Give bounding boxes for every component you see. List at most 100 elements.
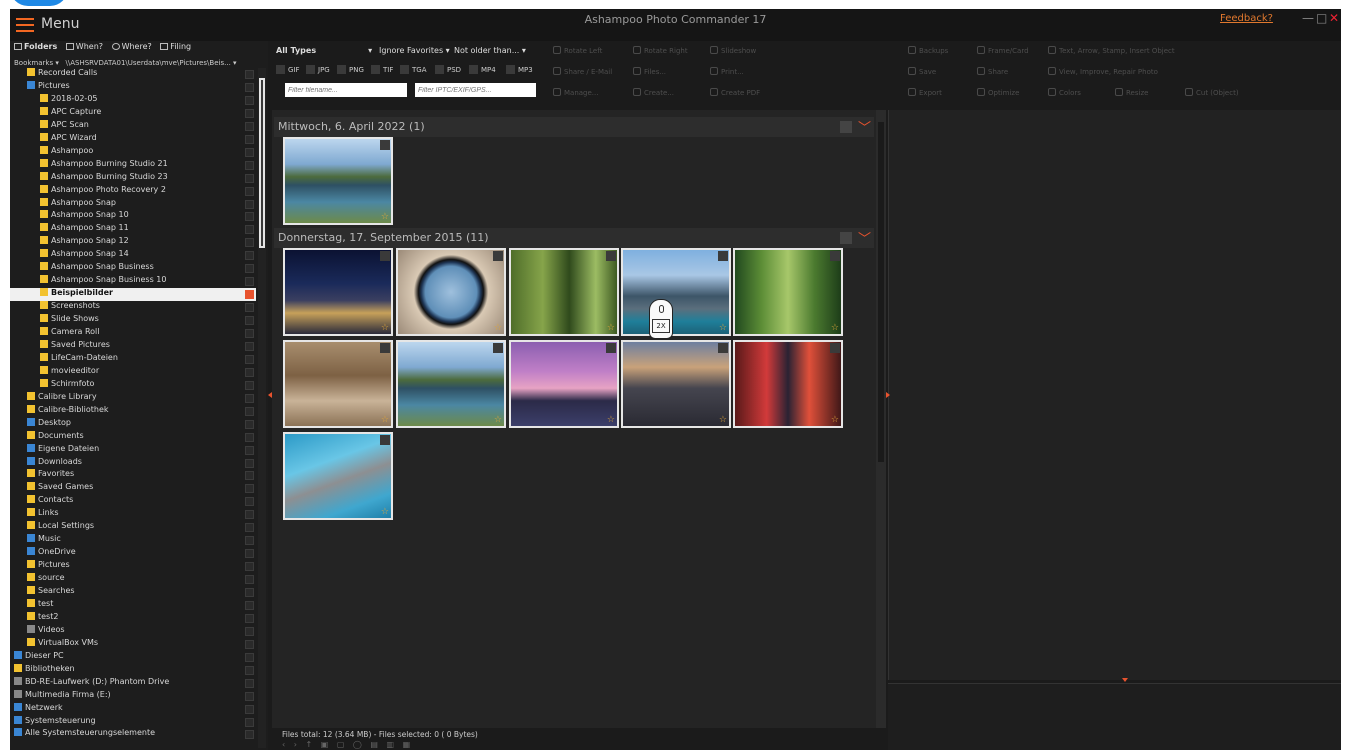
photo-thumbnail[interactable]: ☆	[621, 248, 731, 336]
toolbar-button[interactable]: Resize	[1115, 88, 1148, 97]
folder-tree-item[interactable]: Slide Shows	[10, 314, 256, 327]
folder-checkbox[interactable]	[245, 639, 254, 649]
group-header[interactable]: Mittwoch, 6. April 2022 (1) ﹀	[274, 117, 874, 137]
folder-tree-item[interactable]: Pictures	[10, 80, 256, 94]
toolbar-button[interactable]: View, Improve, Repair Photo	[1048, 67, 1158, 76]
folder-tree-item[interactable]: Calibre-Bibliothek	[10, 404, 256, 418]
folder-tree-item[interactable]: Ashampoo Snap Business 10	[10, 275, 256, 288]
folder-checkbox[interactable]	[245, 173, 254, 183]
tab-filing[interactable]: Filing	[160, 42, 191, 51]
folder-tree-item[interactable]: Documents	[10, 430, 256, 444]
select-checkbox[interactable]	[493, 251, 503, 261]
folder-checkbox[interactable]	[245, 238, 254, 248]
file-type-filter[interactable]: GIF	[276, 65, 300, 74]
folder-checkbox[interactable]	[245, 678, 254, 688]
folder-tree-item[interactable]: Ashampoo Snap 14	[10, 249, 256, 262]
folder-tree-item[interactable]: LifeCam-Dateien	[10, 352, 256, 366]
toolbar-button[interactable]: Slideshow	[710, 46, 756, 55]
collapse-chevron-icon[interactable]: ﹀	[858, 228, 871, 247]
file-type-filter[interactable]: TIF	[371, 65, 393, 74]
checkbox-icon[interactable]	[435, 65, 444, 74]
folder-tree-item[interactable]: Pictures	[10, 560, 256, 573]
photo-thumbnail[interactable]: ☆	[283, 248, 393, 336]
toolbar-button[interactable]: Rotate Right	[633, 46, 688, 55]
checkbox-icon[interactable]	[400, 65, 409, 74]
file-type-filter[interactable]: PNG	[337, 65, 364, 74]
favorite-star-icon[interactable]: ☆	[607, 323, 615, 333]
folder-checkbox[interactable]	[245, 316, 254, 326]
folder-checkbox[interactable]	[245, 303, 254, 313]
folder-checkbox[interactable]	[245, 432, 254, 442]
tab-where[interactable]: Where?	[111, 42, 152, 51]
select-checkbox[interactable]	[380, 140, 390, 150]
select-checkbox[interactable]	[718, 343, 728, 353]
select-checkbox[interactable]	[830, 251, 840, 261]
favorite-star-icon[interactable]: ☆	[381, 415, 389, 425]
folder-tree-item[interactable]: Contacts	[10, 495, 256, 508]
folder-tree-item[interactable]: Recorded Calls	[10, 68, 256, 81]
folder-tree-item[interactable]: Ashampoo Snap 11	[10, 223, 256, 236]
group-header[interactable]: Donnerstag, 17. September 2015 (11) ﹀	[274, 228, 874, 248]
folder-tree-item[interactable]: Favorites	[10, 469, 256, 482]
age-filter-dropdown[interactable]: Not older than... ▾	[454, 46, 526, 60]
folder-checkbox[interactable]	[245, 251, 254, 261]
folder-tree-item[interactable]: Music	[10, 534, 256, 547]
file-type-filter[interactable]: PSD	[435, 65, 461, 74]
folder-checkbox[interactable]	[245, 484, 254, 494]
toolbar-button[interactable]: Export	[908, 88, 942, 97]
checkbox-icon[interactable]	[469, 65, 478, 74]
toolbar-button[interactable]: Rotate Left	[553, 46, 602, 55]
toolbar-button[interactable]: Cut (Object)	[1185, 88, 1239, 97]
gallery-scrollbar-thumb[interactable]	[878, 122, 884, 462]
folder-tree-item[interactable]: APC Wizard	[10, 132, 256, 146]
tree-scrollbar[interactable]	[258, 68, 266, 748]
splitter-handle-icon[interactable]	[1122, 678, 1128, 682]
file-type-filter[interactable]: JPG	[306, 65, 330, 74]
folder-checkbox[interactable]	[245, 717, 254, 727]
select-checkbox[interactable]	[718, 251, 728, 261]
folder-tree-item[interactable]: test2	[10, 611, 256, 625]
photo-thumbnail[interactable]: ☆	[621, 340, 731, 428]
bookmarks-bar[interactable]: Bookmarks ▾ \\ASHSRVDATA01\Userdata\mve\…	[14, 59, 264, 67]
folder-tree-item[interactable]: Local Settings	[10, 521, 256, 534]
select-checkbox[interactable]	[606, 251, 616, 261]
checkbox-icon[interactable]	[306, 65, 315, 74]
favorite-star-icon[interactable]: ☆	[494, 415, 502, 425]
select-checkbox[interactable]	[380, 343, 390, 353]
folder-checkbox[interactable]	[245, 367, 254, 377]
folder-checkbox[interactable]	[245, 134, 254, 144]
file-type-filter[interactable]: TGA	[400, 65, 427, 74]
folder-tree-item[interactable]: Multimedia Firma (E:)	[10, 689, 256, 703]
folder-checkbox[interactable]	[245, 70, 254, 79]
folder-tree-item[interactable]: Videos	[10, 624, 256, 638]
folder-checkbox[interactable]	[245, 225, 254, 235]
toolbar-button[interactable]: Share / E-Mail	[553, 67, 612, 76]
folder-tree-item[interactable]: Saved Games	[10, 482, 256, 495]
folder-tree-item[interactable]: movieeditor	[10, 365, 256, 379]
bookmarks-label[interactable]: Bookmarks	[14, 59, 53, 67]
folder-checkbox[interactable]	[245, 549, 254, 559]
folder-checkbox[interactable]	[245, 562, 254, 572]
folder-tree-item[interactable]: Ashampoo Snap 12	[10, 236, 256, 249]
folder-tree-item[interactable]: test	[10, 598, 256, 612]
folder-checkbox[interactable]	[245, 445, 254, 455]
checkbox-icon[interactable]	[276, 65, 285, 74]
photo-thumbnail[interactable]: ☆	[396, 248, 506, 336]
folder-tree-item[interactable]: Beispielbilder	[10, 288, 256, 302]
folder-checkbox[interactable]	[245, 523, 254, 533]
group-select-checkbox[interactable]	[840, 232, 852, 244]
checkbox-icon[interactable]	[337, 65, 346, 74]
select-checkbox[interactable]	[493, 343, 503, 353]
folder-tree-item[interactable]: Schirmfoto	[10, 378, 256, 392]
toolbar-button[interactable]: Share	[977, 67, 1008, 76]
favorite-star-icon[interactable]: ☆	[719, 323, 727, 333]
folder-checkbox[interactable]	[245, 121, 254, 131]
folder-checkbox[interactable]	[245, 108, 254, 118]
tab-folders[interactable]: Folders	[14, 42, 57, 51]
folder-tree-item[interactable]: source	[10, 573, 256, 586]
toolbar-button[interactable]: Files...	[633, 67, 666, 76]
folder-checkbox[interactable]	[245, 277, 254, 287]
toolbar-button[interactable]: Colors	[1048, 88, 1081, 97]
folder-checkbox[interactable]	[245, 82, 254, 92]
close-button[interactable]: ✕	[1329, 11, 1339, 25]
